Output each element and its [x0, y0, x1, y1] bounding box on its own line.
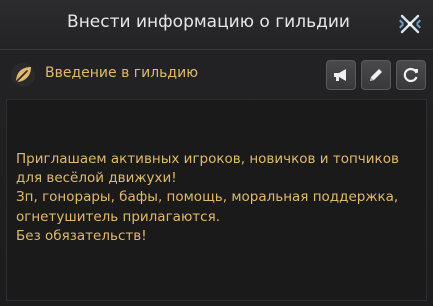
crossed-swords-close-icon — [399, 14, 421, 34]
refresh-button[interactable] — [396, 60, 426, 90]
leaf-icon — [11, 63, 35, 87]
close-button[interactable] — [395, 9, 425, 39]
title-bar: Внести информацию о гильдии — [0, 0, 433, 50]
guild-intro-text[interactable]: Приглашаем активных игроков, новичков и … — [6, 99, 427, 301]
guild-info-window: Внести информацию о гильдии Введение в г… — [0, 0, 433, 306]
section-title: Введение в гильдию — [45, 65, 198, 81]
megaphone-icon — [334, 69, 346, 81]
pencil-icon — [370, 69, 382, 81]
edit-button[interactable] — [361, 60, 391, 90]
announce-button[interactable] — [326, 60, 356, 90]
guild-intro-header: Введение в гильдию — [0, 56, 433, 92]
refresh-icon — [403, 67, 418, 83]
window-title: Внести информацию о гильдии — [67, 12, 350, 32]
